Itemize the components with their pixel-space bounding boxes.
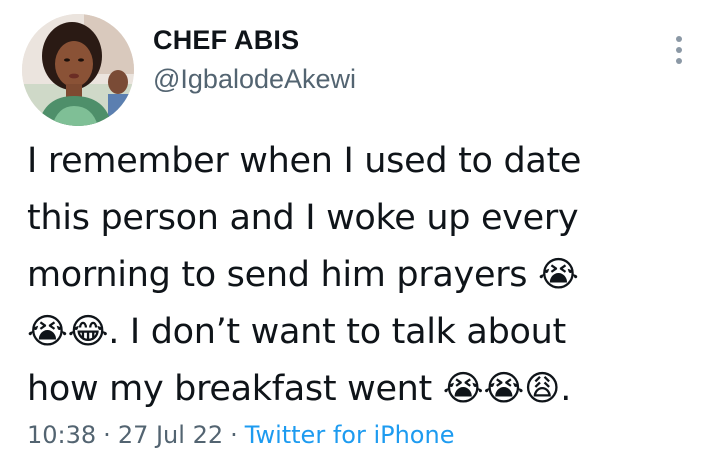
username-handle[interactable]: @IgbalodeAkewi — [153, 63, 356, 95]
tweet-source-link[interactable]: Twitter for iPhone — [245, 421, 455, 449]
display-name[interactable]: CHEF ABIS — [153, 24, 356, 56]
author-info: CHEF ABIS @IgbalodeAkewi — [153, 24, 356, 95]
profile-photo — [22, 14, 134, 126]
tweet-text: I remember when I used to date this pers… — [27, 141, 582, 409]
tweet-time[interactable]: 10:38 — [27, 421, 96, 449]
more-vertical-icon-dot — [676, 58, 682, 64]
more-vertical-icon — [676, 36, 682, 42]
meta-separator: · — [103, 421, 111, 449]
tweet-date[interactable]: 27 Jul 22 — [118, 421, 223, 449]
avatar[interactable] — [22, 14, 134, 126]
meta-separator: · — [230, 421, 238, 449]
tweet-metadata: 10:38 · 27 Jul 22 · Twitter for iPhone — [27, 421, 454, 449]
more-vertical-icon-dot — [676, 47, 682, 53]
tweet-card: CHEF ABIS @IgbalodeAkewi I remember when… — [0, 0, 720, 453]
more-options-button[interactable] — [664, 32, 694, 68]
